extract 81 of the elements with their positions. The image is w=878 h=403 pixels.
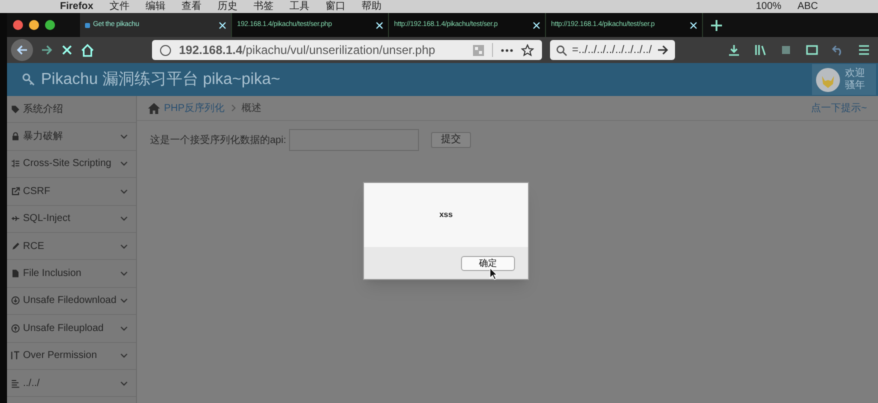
- back-icon[interactable]: [11, 39, 33, 61]
- pencil-icon: [11, 242, 20, 251]
- home-icon: [148, 102, 160, 114]
- sidebar-item[interactable]: RCE: [23, 238, 117, 254]
- chevron-down-icon[interactable]: [120, 380, 128, 386]
- chevron-down-icon[interactable]: [120, 216, 128, 222]
- stop-icon[interactable]: [61, 44, 73, 56]
- chevron-icon: [230, 104, 236, 112]
- share-icon: [11, 186, 20, 196]
- download-icon[interactable]: [728, 44, 740, 56]
- star-icon[interactable]: [521, 44, 534, 56]
- chevron-down-icon[interactable]: [120, 188, 128, 194]
- upload-icon: [11, 324, 20, 333]
- site-title: Pikachu 漏洞练习平台 pika~pika~: [41, 70, 280, 90]
- sidebar-item[interactable]: Unsafe Fileupload: [23, 320, 117, 336]
- chevron-down-icon[interactable]: [120, 326, 128, 331]
- chevron-down-icon[interactable]: [120, 134, 128, 140]
- sidebar-item[interactable]: SQL-Inject: [23, 211, 117, 226]
- go-arrow-icon[interactable]: [657, 44, 669, 56]
- chevron-down-icon[interactable]: [120, 298, 128, 304]
- home-icon[interactable]: [81, 44, 94, 56]
- mascot-avatar-icon: [816, 68, 840, 92]
- greeting-text: 欢迎: [845, 68, 865, 80]
- menu-icon[interactable]: [858, 44, 870, 56]
- address-bar[interactable]: 192.168.1.4/pikachu/vul/unserilization/unser.php: [152, 40, 542, 60]
- window-icon[interactable]: [806, 44, 818, 56]
- zoom-window-icon[interactable]: [45, 20, 55, 30]
- info-icon[interactable]: [160, 44, 171, 56]
- menu-item[interactable]: 帮助: [361, 0, 382, 12]
- status-text: 100%: [756, 0, 782, 12]
- sidebar-item[interactable]: 暴力破解: [23, 129, 117, 144]
- library-icon[interactable]: [754, 44, 766, 56]
- align-left-icon: [11, 378, 20, 388]
- chevron-down-icon[interactable]: [120, 353, 128, 358]
- download-icon: [11, 296, 20, 306]
- chevron-down-icon[interactable]: [120, 271, 128, 276]
- close-tab-icon[interactable]: [219, 22, 226, 28]
- greeting-text: 骚年: [845, 80, 865, 92]
- status-text: ABC: [797, 0, 818, 12]
- text-cursor-icon: [11, 351, 20, 360]
- menu-item[interactable]: 查看: [181, 0, 202, 12]
- sidebar-item[interactable]: CSRF: [23, 184, 117, 199]
- search-field[interactable]: =../../../../../../../../: [550, 40, 675, 60]
- close-tab-icon[interactable]: [533, 22, 540, 28]
- sidebar-item[interactable]: Unsafe Filedownload: [23, 293, 117, 308]
- sidebar-item[interactable]: 系统介绍: [23, 102, 128, 117]
- breadcrumb-current: 概述: [242, 102, 262, 116]
- sidebar-item[interactable]: Over Permission: [23, 348, 117, 364]
- submit-button[interactable]: 提交: [431, 132, 472, 148]
- chevron-down-icon[interactable]: [120, 244, 128, 249]
- sidebar-item[interactable]: Cross-Site Scripting: [23, 156, 117, 172]
- undo-icon[interactable]: [832, 44, 844, 56]
- close-window-icon[interactable]: [13, 20, 23, 30]
- menu-item[interactable]: 窗口: [325, 0, 346, 12]
- form-label: 这是一个接受序列化数据的api:: [150, 134, 286, 148]
- menu-item[interactable]: 文件: [109, 0, 130, 12]
- menu-item[interactable]: 书签: [253, 0, 274, 12]
- file-icon: [11, 269, 20, 278]
- key-icon: [22, 73, 35, 86]
- list-icon: [11, 159, 20, 168]
- lock-icon: [11, 132, 20, 142]
- url-text: 192.168.1.4/pikachu/vul/unserilization/unser.php: [179, 42, 436, 59]
- menu-item[interactable]: 工具: [289, 0, 310, 12]
- sidebar-item[interactable]: ../../: [23, 376, 117, 391]
- favicon-icon: [85, 22, 90, 28]
- sidebar-item[interactable]: File Inclusion: [23, 266, 117, 282]
- new-tab-icon[interactable]: [711, 20, 722, 30]
- minimize-window-icon[interactable]: [29, 20, 39, 30]
- tag-icon: [11, 104, 20, 114]
- menu-item[interactable]: 编辑: [145, 0, 166, 12]
- menu-item[interactable]: 历史: [217, 0, 238, 12]
- ok-button[interactable]: 确定: [461, 256, 515, 270]
- chevron-down-icon[interactable]: [120, 161, 128, 166]
- more-icon[interactable]: [501, 48, 513, 52]
- search-icon: [556, 44, 567, 56]
- close-tab-icon[interactable]: [376, 22, 383, 28]
- menu-item[interactable]: Firefox: [60, 0, 94, 12]
- forward-icon[interactable]: [41, 44, 53, 56]
- alert-message: xss: [439, 209, 453, 221]
- close-tab-icon[interactable]: [690, 22, 697, 28]
- plane-icon: [11, 214, 20, 224]
